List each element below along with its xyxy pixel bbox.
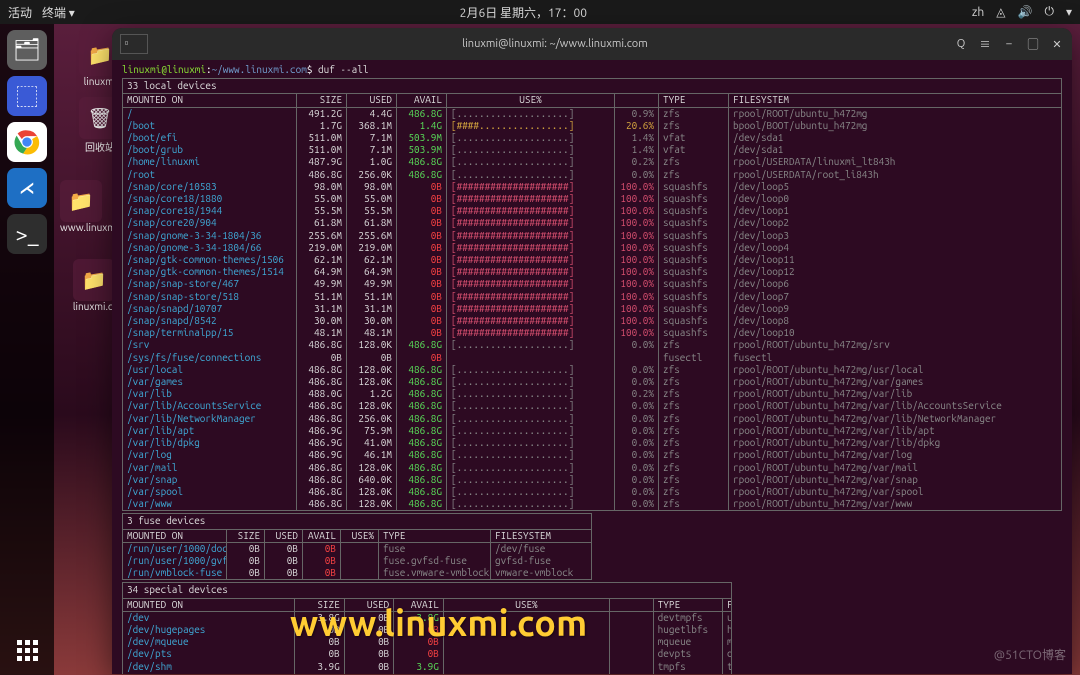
terminal-title: linuxmi@linuxmi: ~/www.linuxmi.com [156,38,954,50]
table-row: /snap/gnome-3-34-1804/36255.6M255.6M0B[#… [123,230,1061,242]
table-row: /snap/gtk-common-themes/150662.1M62.1M0B… [123,254,1061,266]
prompt-line: linuxmi@linuxmi:~/www.linuxmi.com$ duf -… [122,64,1062,76]
gnome-top-bar: 活动 终端 ▾ 2月6日 星期六，17：00 zh ◬ 🔊 ⏻ ▾ [0,0,1080,24]
box-title: 34 special devices [123,583,731,598]
table-row: /snap/snap-store/51851.1M51.1M0B[#######… [123,291,1061,303]
table-row: /var/log486.9G46.1M486.8G[..............… [123,449,1061,461]
table-row: /boot/efi511.0M7.1M503.9M[..............… [123,132,1061,144]
table-row: /var/lib/dpkg486.9G41.0M486.8G[.........… [123,437,1061,449]
table-row: /var/games486.8G128.0K486.8G[...........… [123,376,1061,388]
chrome-icon[interactable] [7,122,47,162]
table-row: /var/lib/apt486.9G75.9M486.8G[..........… [123,425,1061,437]
terminal-titlebar: ▫ linuxmi@linuxmi: ~/www.linuxmi.com Q ≡… [112,28,1072,60]
table-row: /dev3.8G0B3.8Gdevtmpfsudev [123,612,731,624]
table-row: /var/spool486.8G128.0K486.8G[...........… [123,486,1061,498]
fuse-devices-box: 3 fuse devices MOUNTED ONSIZEUSEDAVAILUS… [122,513,592,580]
menu-icon[interactable]: ≡ [978,37,992,51]
table-row: /run/user/1000/gvfs0B0B0Bfuse.gvfsd-fuse… [123,555,591,567]
volume-icon[interactable]: 🔊 [1018,5,1033,19]
table-row: /dev/hugepages0B0B0Bhugetlbfshugetlbfs [123,624,731,636]
table-row: /snap/snap-store/46749.9M49.9M0B[#######… [123,278,1061,290]
search-icon[interactable]: Q [954,37,968,51]
activities-button[interactable]: 活动 [8,4,32,21]
table-row: /snap/terminalpp/1548.1M48.1M0B[########… [123,327,1061,339]
table-row: /run/vmblock-fuse0B0B0Bfuse.vmware-vmblo… [123,567,591,579]
maximize-button[interactable]: ▢ [1026,37,1040,51]
table-row: /snap/gtk-common-themes/151464.9M64.9M0B… [123,266,1061,278]
new-tab-button[interactable]: ▫ [120,34,148,54]
app-grid-icon[interactable] [17,640,38,661]
power-icon[interactable]: ⏻ [1044,5,1054,19]
input-source-indicator[interactable]: zh [972,6,984,19]
table-row: /sys/fs/fuse/connections0B0B0Bfusectlfus… [123,352,1061,364]
table-row: /boot/grub511.0M7.1M503.9M[.............… [123,144,1061,156]
terminal-window: ▫ linuxmi@linuxmi: ~/www.linuxmi.com Q ≡… [112,28,1072,674]
minimize-button[interactable]: – [1002,37,1016,51]
local-devices-box: 33 local devices MOUNTED ONSIZEUSEDAVAIL… [122,78,1062,511]
table-row: /var/lib488.0G1.2G486.8G[...............… [123,388,1061,400]
table-row: /srv486.8G128.0K486.8G[.................… [123,339,1061,351]
chevron-down-icon[interactable]: ▾ [1066,5,1072,19]
table-row: /proc0B0B0Bprocproc [123,673,731,674]
table-row: /snap/gnome-3-34-1804/66219.0M219.0M0B[#… [123,242,1061,254]
app-menu[interactable]: 终端 ▾ [42,4,75,21]
close-button[interactable]: ✕ [1050,37,1064,51]
screenshot-icon[interactable]: ⬚ [7,76,47,116]
table-row: /boot1.7G368.1M1.4G[####................… [123,120,1061,132]
files-icon[interactable]: 🗂 [7,30,47,70]
vscode-icon[interactable]: ⋌ [7,168,47,208]
terminal-output[interactable]: linuxmi@linuxmi:~/www.linuxmi.com$ duf -… [112,60,1072,674]
special-devices-box: 34 special devices MOUNTED ONSIZEUSEDAVA… [122,582,732,674]
clock[interactable]: 2月6日 星期六，17：00 [75,4,972,21]
dock: 🗂 ⬚ ⋌ >_ [0,24,54,675]
table-row: /snap/core/1058398.0M98.0M0B[###########… [123,181,1061,193]
table-row: /snap/snapd/1070731.1M31.1M0B[##########… [123,303,1061,315]
table-row: /dev/pts0B0B0Bdevptsdevpts [123,648,731,660]
table-row: /run/user/1000/doc0B0B0Bfuse/dev/fuse [123,543,591,555]
table-row: /snap/core20/90461.8M61.8M0B[###########… [123,217,1061,229]
table-row: /var/mail486.8G128.0K486.8G[............… [123,462,1061,474]
table-row: /var/snap486.8G640.0K486.8G[............… [123,474,1061,486]
table-row: /snap/core18/194455.5M55.5M0B[##########… [123,205,1061,217]
table-row: /usr/local486.8G128.0K486.8G[...........… [123,364,1061,376]
table-row: /home/linuxmi487.9G1.0G486.8G[..........… [123,156,1061,168]
table-row: /dev/mqueue0B0B0Bmqueuemqueue [123,636,731,648]
table-row: /var/lib/NetworkManager486.8G256.0K486.8… [123,413,1061,425]
table-row: /var/www486.8G128.0K486.8G[.............… [123,498,1061,510]
table-row: /snap/snapd/854230.0M30.0M0B[###########… [123,315,1061,327]
box-title: 33 local devices [123,79,1061,94]
table-row: /491.2G4.4G486.8G[....................]0… [123,108,1061,120]
box-title: 3 fuse devices [123,514,591,529]
table-row: /var/lib/AccountsService486.8G128.0K486.… [123,400,1061,412]
table-row: /dev/shm3.9G0B3.9Gtmpfstmpfs [123,661,731,673]
table-row: /snap/core18/188055.0M55.0M0B[##########… [123,193,1061,205]
terminal-icon[interactable]: >_ [7,214,47,254]
table-row: /root486.8G256.0K486.8G[................… [123,169,1061,181]
network-icon[interactable]: ◬ [996,5,1005,19]
